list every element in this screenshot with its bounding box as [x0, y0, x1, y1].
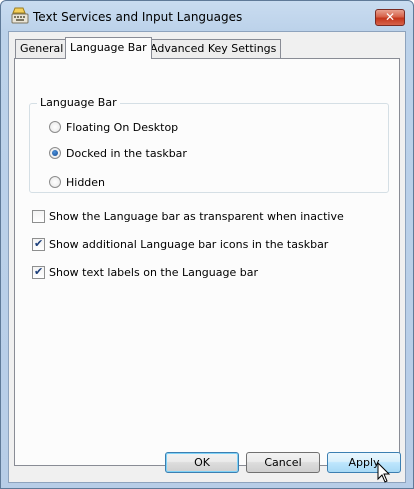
radio-selected-dot: [52, 150, 58, 156]
dialog-client-area: General Language Bar Advanced Key Settin…: [8, 31, 406, 483]
radio-button[interactable]: [49, 121, 61, 133]
check-mark-icon: ✔: [34, 237, 44, 250]
group-label: Language Bar: [37, 96, 120, 109]
keyboard-language-icon: [11, 7, 29, 24]
mouse-pointer-icon: [377, 462, 391, 483]
tab-general[interactable]: General: [15, 39, 69, 59]
check-mark-icon: ✔: [34, 265, 44, 278]
title-bar[interactable]: Text Services and Input Languages ✕: [1, 1, 413, 31]
tab-panel-language-bar: Language Bar Floating On Desktop Docked …: [14, 58, 400, 466]
radio-button[interactable]: [49, 147, 61, 159]
radio-label: Hidden: [66, 176, 106, 189]
checkbox-label: Show text labels on the Language bar: [49, 266, 258, 279]
tab-advanced-key-settings[interactable]: Advanced Key Settings: [145, 39, 282, 59]
radio-label: Docked in the taskbar: [66, 147, 187, 160]
dialog-window: Text Services and Input Languages ✕ Gene…: [0, 0, 414, 489]
checkbox[interactable]: ✔: [32, 237, 45, 251]
checkbox-label: Show the Language bar as transparent whe…: [49, 210, 344, 223]
radio-button[interactable]: [49, 176, 61, 188]
checkbox[interactable]: ✔: [32, 265, 45, 279]
radio-label: Floating On Desktop: [66, 121, 179, 134]
checkbox[interactable]: [32, 210, 45, 223]
tab-language-bar[interactable]: Language Bar: [65, 37, 152, 59]
checkbox-label: Show additional Language bar icons in th…: [49, 238, 329, 251]
ok-button[interactable]: OK: [165, 452, 239, 473]
close-button[interactable]: ✕: [375, 9, 405, 26]
cancel-button[interactable]: Cancel: [246, 452, 320, 473]
window-title: Text Services and Input Languages: [33, 10, 243, 24]
